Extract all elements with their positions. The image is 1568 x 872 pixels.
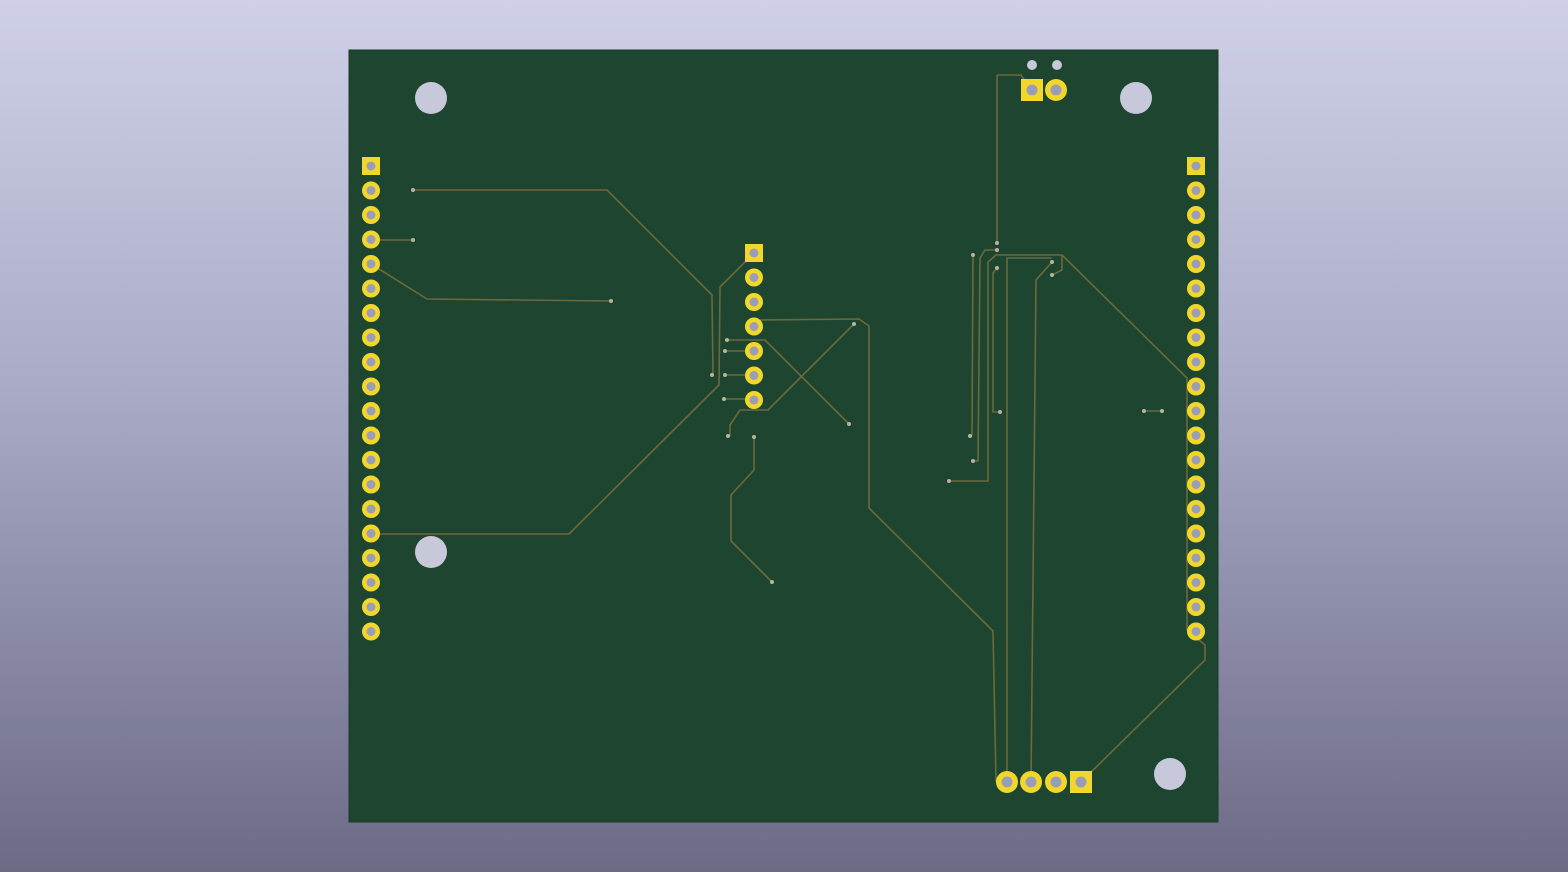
left-header-pad-drill [366,504,376,514]
right-header-pad-drill [1191,284,1201,293]
left-header-pad-drill [366,406,376,416]
right-header-pad-drill [1191,431,1201,440]
via [847,422,851,426]
right-header-pad-drill [1191,382,1201,391]
left-header-pad-drill [366,431,376,440]
right-header-pad-drill [1191,406,1201,416]
left-header-pad-drill [366,602,376,612]
right-header-pad-drill [1191,553,1201,563]
right-header-pad-drill [1191,357,1201,367]
via [1050,260,1054,264]
center-header-pad-drill [749,322,759,331]
center-header-pad-drill [749,395,759,405]
center-header-pad-drill [749,273,759,282]
via [947,479,951,483]
left-header-pad-drill [366,627,376,636]
via [726,434,730,438]
mounting-hole [415,536,447,568]
via [723,349,727,353]
right-header-pad-drill [1191,186,1201,195]
left-header-pad-drill [366,357,376,367]
center-header-pad-drill [749,297,759,307]
alignment-hole [1027,60,1037,70]
via [710,373,714,377]
pcb-3d-viewer[interactable] [0,0,1568,872]
via [968,434,972,438]
via [971,253,975,257]
via [722,397,726,401]
via [995,266,999,270]
center-header-pad-drill [749,371,759,380]
left-header-pad-drill [366,553,376,563]
center-header-pad-drill [749,248,759,258]
via [725,338,729,342]
via [770,580,774,584]
left-header-pad-drill [366,480,376,489]
via [723,373,727,377]
left-header-pad-drill [366,284,376,293]
via [995,248,999,252]
left-header-pad-drill [366,186,376,195]
left-header-pad-drill [366,308,376,318]
mounting-hole [415,82,447,114]
left-header-pad-drill [366,529,376,538]
bottom-connector-pad-drill [1025,776,1037,788]
bottom-connector-pad-drill [1075,776,1087,788]
bottom-connector-pad-drill [1001,776,1013,788]
right-header-pad-drill [1191,161,1201,171]
right-header-pad-drill [1191,235,1201,244]
via [411,238,415,242]
left-header-pad-drill [366,333,376,342]
top-connector-pad-drill [1050,84,1062,96]
right-header-pad-drill [1191,455,1201,465]
mounting-hole [1120,82,1152,114]
left-header-pad-drill [366,259,376,269]
right-header-pad-drill [1191,529,1201,538]
right-header-pad-drill [1191,504,1201,514]
right-header-pad-drill [1191,259,1201,269]
left-header-pad-drill [366,578,376,587]
pcb-canvas[interactable] [0,0,1568,872]
via [998,410,1002,414]
left-header-pad-drill [366,210,376,220]
bottom-connector-pad-drill [1050,776,1062,788]
via [1050,273,1054,277]
via [752,435,756,439]
via [971,459,975,463]
left-header-pad-drill [366,382,376,391]
via [1142,409,1146,413]
left-header-pad-drill [366,455,376,465]
via [995,241,999,245]
right-header-pad-drill [1191,602,1201,612]
right-header-pad-drill [1191,308,1201,318]
right-header-pad-drill [1191,480,1201,489]
right-header-pad-drill [1191,627,1201,636]
center-header-pad-drill [749,346,759,356]
via [852,322,856,326]
pcb-board [348,49,1219,823]
left-header-pad-drill [366,235,376,244]
alignment-hole [1052,60,1062,70]
left-header-pad-drill [366,161,376,171]
copper-track [971,254,974,437]
right-header-pad-drill [1191,333,1201,342]
top-connector-pad-drill [1026,84,1038,96]
via [1160,409,1164,413]
via [411,188,415,192]
right-header-pad-drill [1191,578,1201,587]
mounting-hole [1154,758,1186,790]
right-header-pad-drill [1191,210,1201,220]
via [609,299,613,303]
